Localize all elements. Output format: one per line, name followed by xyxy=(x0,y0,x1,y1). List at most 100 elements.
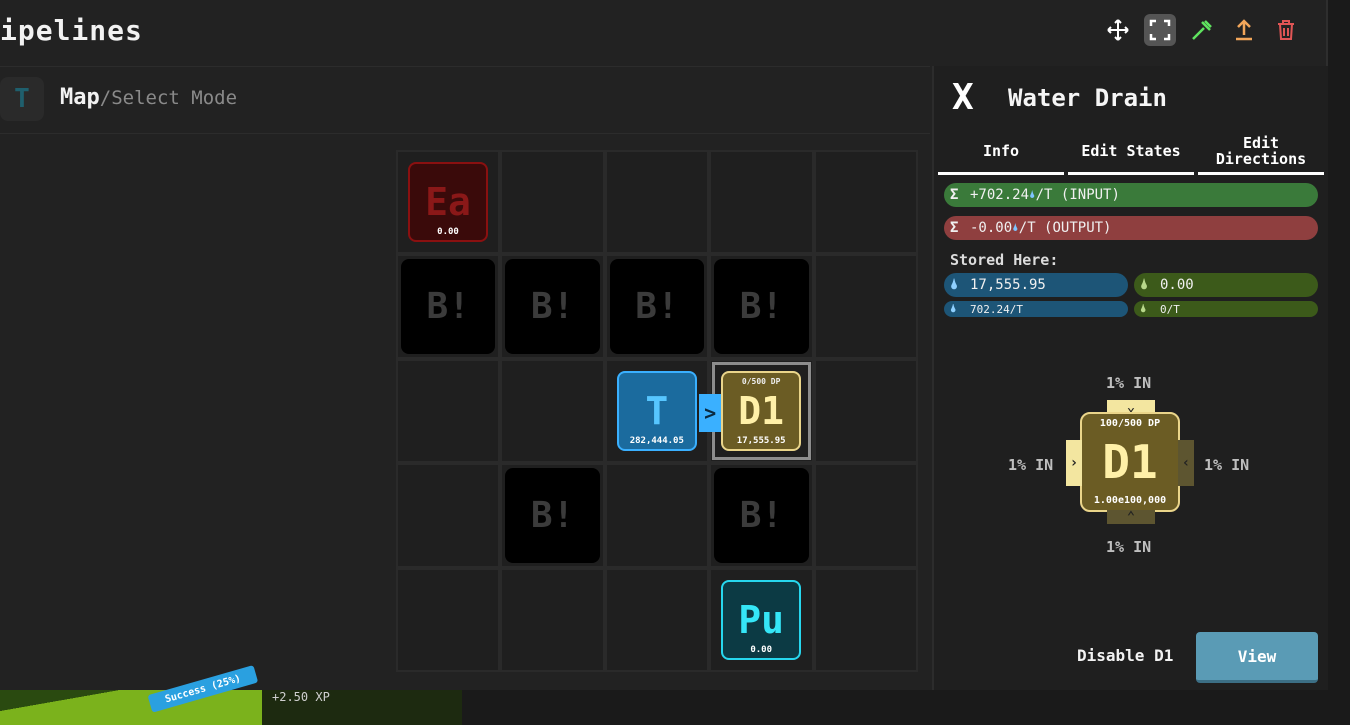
direction-node-capacity: 100/500 DP xyxy=(1099,418,1161,429)
grid-cell-blocked[interactable]: B! xyxy=(709,254,814,359)
sigma-icon: Σ xyxy=(950,187,959,203)
node-pu-label: Pu xyxy=(738,597,785,642)
blocked-label: B! xyxy=(714,468,809,563)
blocked-label: B! xyxy=(505,468,600,563)
panel-title: Water Drain xyxy=(1008,84,1167,112)
grid-cell[interactable] xyxy=(709,150,814,255)
direction-node-amount: 1.00e100,000 xyxy=(1093,495,1167,506)
temperature-icon: 🌢 xyxy=(1140,302,1147,315)
node-pu[interactable]: Pu 0.00 xyxy=(721,579,802,660)
direction-right-label: 1% IN xyxy=(1204,456,1250,474)
detail-panel: X Water Drain Info Edit States Edit Dire… xyxy=(932,66,1328,690)
water-drop-icon: 🌢 xyxy=(1029,188,1036,201)
chevron-up-icon: ⌃ xyxy=(1126,509,1136,525)
map-title-main: Map xyxy=(60,85,100,110)
grid-cell[interactable] xyxy=(604,463,710,568)
stored-here-label: Stored Here: xyxy=(950,251,1059,269)
stored-water-rate-pill: 🌢 702.24/T xyxy=(944,301,1128,317)
grid-cell-blocked[interactable]: B! xyxy=(604,254,710,359)
upload-arrow-icon xyxy=(1236,19,1252,41)
chevron-right-icon: › xyxy=(1069,455,1079,471)
stored-water-pill: 🌢 17,555.95 xyxy=(944,273,1128,297)
view-button[interactable]: View xyxy=(1196,632,1318,683)
stored-water-rate: 702.24/T xyxy=(970,302,1023,316)
blocked-label: B! xyxy=(714,259,809,354)
node-ea[interactable]: Ea 0.00 xyxy=(408,162,488,242)
direction-left-label: 1% IN xyxy=(1008,456,1054,474)
node-d1-label: D1 xyxy=(738,388,785,433)
input-rate-pill: Σ +702.24 🌢 /T (INPUT) xyxy=(944,183,1318,207)
output-rate: -0.00 xyxy=(970,220,1013,236)
trash-icon xyxy=(1278,20,1294,40)
grid-cell-selected[interactable]: > 0/500 DP D1 17,555.95 xyxy=(699,358,814,464)
grid-cell[interactable] xyxy=(813,463,918,568)
grid-cell[interactable] xyxy=(604,567,710,672)
node-ea-label: Ea xyxy=(425,180,471,224)
grid-cell[interactable] xyxy=(604,150,710,255)
port-right[interactable]: ‹ xyxy=(1178,440,1194,486)
grid-cell-blocked[interactable]: B! xyxy=(500,254,605,359)
disable-d1-toggle[interactable]: Disable D1 xyxy=(1077,646,1173,665)
output-rate-suffix: /T (OUTPUT) xyxy=(1018,220,1112,236)
direction-node-label: D1 xyxy=(1102,435,1158,489)
tab-edit-states[interactable]: Edit States xyxy=(1068,130,1194,175)
stored-other-pill: 🌢 0.00 xyxy=(1134,273,1318,297)
stored-other-amount: 0.00 xyxy=(1160,277,1194,293)
node-ea-amount: 0.00 xyxy=(437,227,459,237)
xp-gain-label: +2.50 XP xyxy=(272,690,330,704)
grid-cell[interactable]: Pu 0.00 xyxy=(709,567,814,672)
upgrade-tool-button[interactable] xyxy=(1228,14,1260,46)
move-arrows-icon xyxy=(1107,19,1129,41)
stored-other-rate: 0/T xyxy=(1160,302,1180,316)
blocked-label: B! xyxy=(505,259,600,354)
water-drop-icon: 🌢 xyxy=(1012,221,1019,234)
tab-info[interactable]: Info xyxy=(938,130,1064,175)
blocked-label: B! xyxy=(401,259,496,354)
panel-tabs: Info Edit States Edit Directions xyxy=(936,130,1326,175)
grid-cell[interactable] xyxy=(500,150,605,255)
sigma-icon: Σ xyxy=(950,220,959,236)
node-pu-amount: 0.00 xyxy=(750,644,773,655)
grid-cell[interactable] xyxy=(500,567,605,672)
grid-cell[interactable] xyxy=(396,567,501,672)
grid-cell[interactable]: Ea 0.00 xyxy=(396,150,501,255)
grid-cell[interactable] xyxy=(813,358,918,464)
move-tool-button[interactable] xyxy=(1102,14,1134,46)
grid-cell-blocked[interactable]: B! xyxy=(709,463,814,568)
grid-cell[interactable] xyxy=(813,150,918,255)
grid-cell[interactable]: T 282,444.05 xyxy=(604,358,710,464)
delete-tool-button[interactable] xyxy=(1270,14,1302,46)
flow-arrow: > xyxy=(699,393,722,432)
grid-cell-blocked[interactable]: B! xyxy=(396,254,501,359)
grid-cell[interactable] xyxy=(396,358,501,464)
port-left[interactable]: › xyxy=(1066,440,1082,486)
grid-cell[interactable] xyxy=(813,254,918,359)
direction-editor: ⌄ 100/500 DP D1 1.00e100,000 › ‹ ⌃ xyxy=(1066,394,1194,525)
select-tool-button[interactable] xyxy=(1144,14,1176,46)
output-rate-pill: Σ -0.00 🌢 /T (OUTPUT) xyxy=(944,216,1318,240)
stored-other-rate-pill: 🌢 0/T xyxy=(1134,301,1318,317)
grid-cell[interactable] xyxy=(396,463,501,568)
map-mode-subtitle: /Select Mode xyxy=(99,87,238,109)
temperature-icon: 🌢 xyxy=(1140,277,1149,293)
node-d1[interactable]: 0/500 DP D1 17,555.95 xyxy=(721,370,802,451)
map-badge[interactable]: T xyxy=(0,77,44,121)
direction-node-d1: 100/500 DP D1 1.00e100,000 xyxy=(1080,412,1180,512)
blocked-label: B! xyxy=(609,259,705,354)
hammer-icon xyxy=(1192,20,1212,40)
grid-cell[interactable] xyxy=(500,358,605,464)
node-t[interactable]: T 282,444.05 xyxy=(616,370,697,451)
node-d1-capacity: 0/500 DP xyxy=(741,376,781,386)
port-bottom[interactable]: ⌃ xyxy=(1107,509,1155,525)
node-d1-amount: 17,555.95 xyxy=(736,435,786,446)
window-title: ipelines xyxy=(0,14,143,47)
close-panel-button[interactable]: X xyxy=(952,80,974,116)
grid-cell-blocked[interactable]: B! xyxy=(500,463,605,568)
tab-edit-directions[interactable]: Edit Directions xyxy=(1198,130,1324,175)
node-t-amount: 282,444.05 xyxy=(629,435,684,446)
grid-cell[interactable] xyxy=(813,567,918,672)
stored-water-amount: 17,555.95 xyxy=(970,277,1046,293)
water-drop-icon: 🌢 xyxy=(950,302,957,315)
build-tool-button[interactable] xyxy=(1186,14,1218,46)
toolbar xyxy=(1102,14,1302,46)
